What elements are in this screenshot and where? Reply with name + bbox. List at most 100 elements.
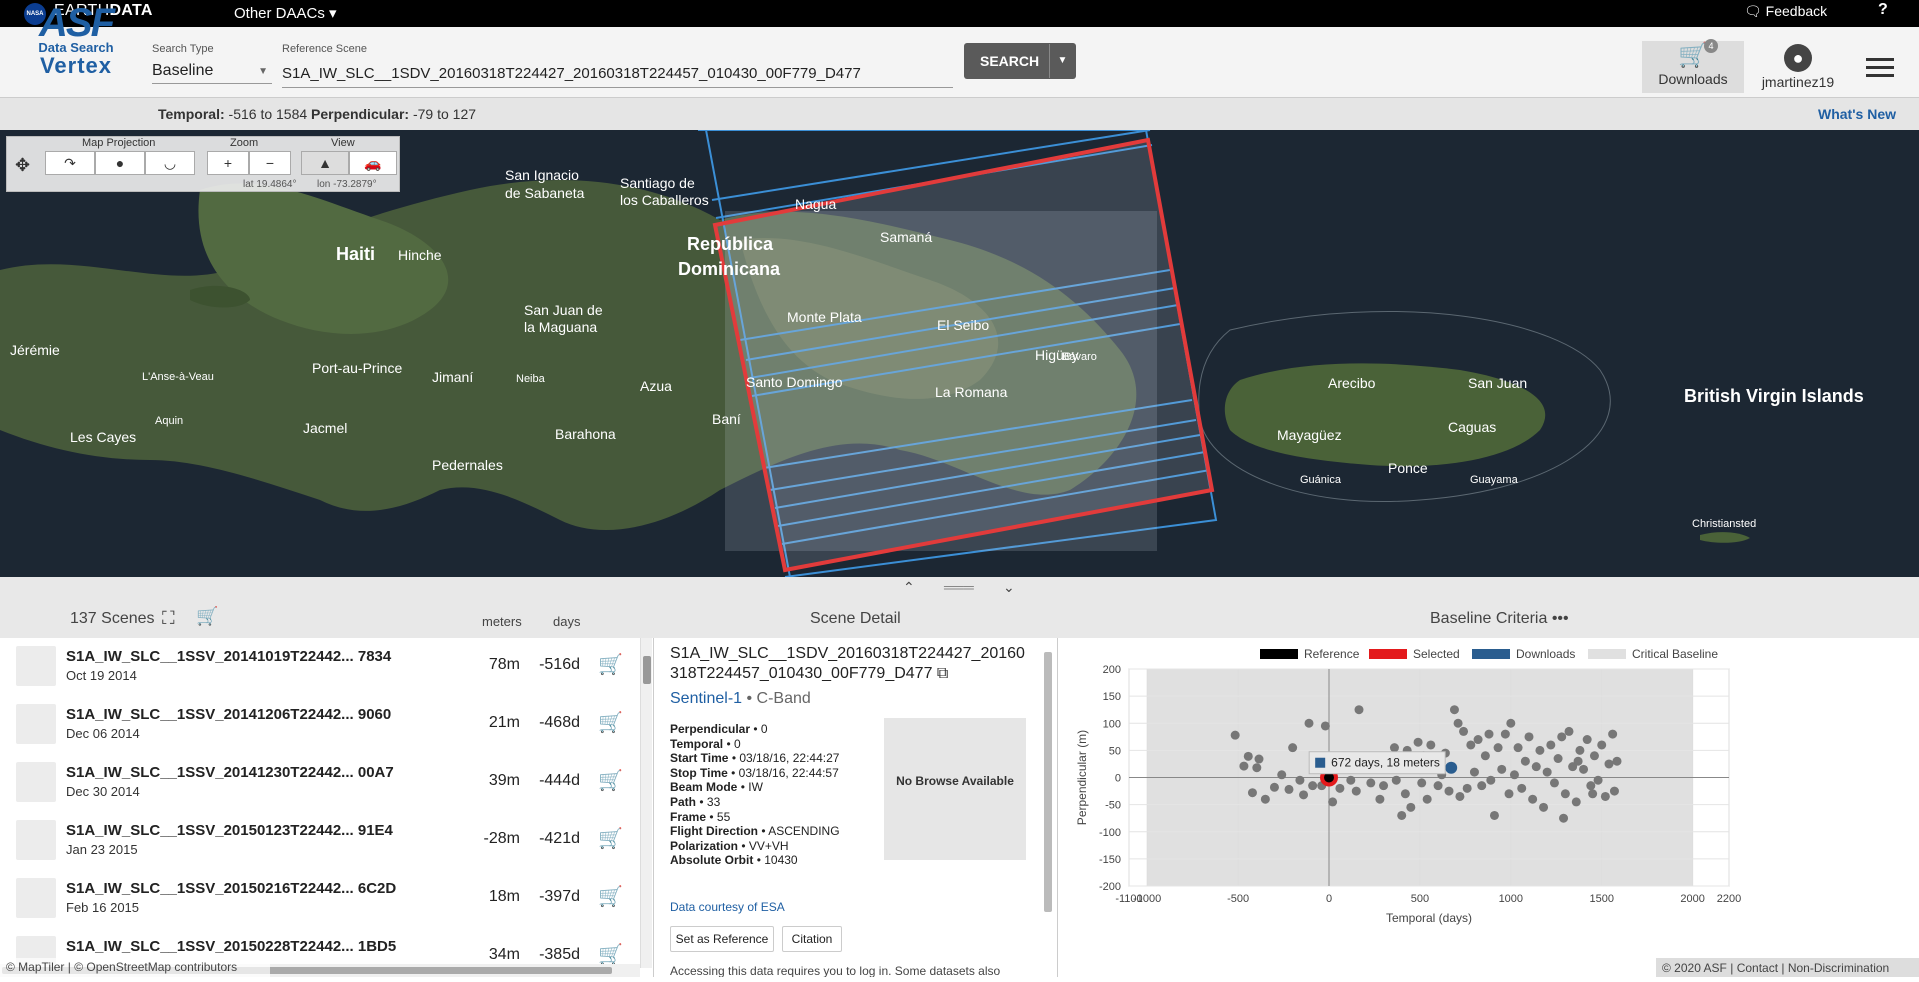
- svg-text:Jérémie: Jérémie: [10, 342, 60, 358]
- equatorial-projection-icon[interactable]: ●: [95, 151, 145, 175]
- field-key: Frame: [670, 809, 707, 824]
- svg-text:La Romana: La Romana: [935, 384, 1008, 400]
- add-to-cart-icon[interactable]: 🛒: [598, 710, 623, 735]
- downloads-button[interactable]: 🛒 4 Downloads: [1642, 39, 1744, 93]
- field-value: • 03/18/16, 22:44:27: [731, 751, 840, 766]
- scene-detail-header: Scene Detail: [810, 610, 901, 627]
- detail-scrollbar[interactable]: [1044, 652, 1052, 912]
- result-row[interactable]: S1A_IW_SLC__1SSV_20141230T22442... 00A7 …: [0, 754, 638, 812]
- feedback-link[interactable]: 🗨 Feedback: [1744, 3, 1827, 20]
- scene-thumbnail: [16, 878, 56, 918]
- scatter-point: [1531, 762, 1541, 772]
- scatter-point: [1582, 735, 1592, 745]
- hamburger-menu-icon[interactable]: [1866, 58, 1894, 82]
- criteria-summary[interactable]: Temporal: -516 to 1584 Perpendicular: -7…: [158, 106, 476, 122]
- add-all-to-cart-icon[interactable]: 🛒: [196, 606, 218, 627]
- scatter-point: [1230, 730, 1240, 740]
- x-tick-label: 2200: [1717, 893, 1741, 905]
- baseline-chart[interactable]: -1100-1000 -500 0 500 1000 1500 2000 2200200150…: [1058, 638, 1919, 977]
- detail-field: Polarization • VV+VH: [670, 839, 789, 853]
- result-row[interactable]: S1A_IW_SLC__1SSV_20141206T22442... 9060 …: [0, 696, 638, 754]
- scene-name: S1A_IW_SLC__1SSV_20150216T22442... 6C2D: [66, 880, 397, 897]
- results-scrollbar[interactable]: [640, 638, 652, 968]
- scatter-point: [1252, 763, 1262, 773]
- add-to-cart-icon[interactable]: 🛒: [598, 826, 623, 851]
- field-value: • 0: [753, 722, 768, 736]
- user-account-button[interactable]: ● jmartinez19: [1756, 44, 1840, 90]
- search-button[interactable]: SEARCH ▼: [964, 43, 1076, 79]
- move-icon[interactable]: ✥: [15, 155, 30, 176]
- perpendicular-label: Perpendicular:: [311, 106, 410, 122]
- temporal-value: -385d: [539, 946, 580, 963]
- add-to-cart-icon[interactable]: 🛒: [598, 652, 623, 677]
- chevron-up-icon[interactable]: ⌃: [903, 579, 915, 596]
- scatter-point: [1539, 802, 1549, 812]
- svg-text:Azua: Azua: [640, 378, 672, 394]
- zoom-out-icon[interactable]: −: [249, 151, 291, 175]
- contact-link[interactable]: Contact: [1737, 961, 1778, 975]
- scatter-point: [1571, 797, 1581, 807]
- arctic-projection-icon[interactable]: ↷: [45, 151, 95, 175]
- search-options-dropdown[interactable]: ▼: [1049, 44, 1075, 78]
- field-key: Polarization: [670, 838, 739, 853]
- scatter-point: [1295, 775, 1305, 785]
- scene-name: S1A_IW_SLC__1SSV_20141019T22442... 7834: [66, 648, 392, 665]
- perpendicular-value: 18m: [488, 888, 520, 905]
- other-daacs-menu[interactable]: Other DAACs ▾: [234, 4, 337, 22]
- field-value: • 10430: [756, 853, 798, 868]
- vertex-logo[interactable]: ASF Data Search Vertex: [26, 1, 126, 98]
- scatter-point: [1497, 764, 1507, 774]
- perpendicular-value: 78m: [488, 656, 520, 673]
- esa-courtesy-link[interactable]: Data courtesy of ESA: [670, 900, 785, 914]
- result-row[interactable]: S1A_IW_SLC__1SSV_20150216T22442... 6C2D …: [0, 870, 638, 928]
- map-attribution[interactable]: © MapTiler | © OpenStreetMap contributor…: [0, 958, 270, 977]
- scatter-point: [1546, 740, 1556, 750]
- antarctic-projection-icon[interactable]: ◡: [145, 151, 195, 175]
- svg-text:Guánica: Guánica: [1300, 474, 1342, 486]
- chevron-down-icon[interactable]: ⌄: [1003, 579, 1015, 596]
- reference-scene-input[interactable]: [282, 60, 953, 88]
- satellite-view-icon[interactable]: ▲: [301, 151, 349, 175]
- temporal-label: Temporal:: [158, 106, 225, 122]
- non-discrimination-link[interactable]: Non-Discrimination: [1788, 961, 1889, 975]
- whats-new-link[interactable]: What's New: [1818, 106, 1896, 122]
- street-view-icon[interactable]: 🚗: [349, 151, 397, 175]
- svg-text:Haiti: Haiti: [336, 244, 375, 264]
- search-type-select[interactable]: Baseline ▼: [152, 62, 272, 84]
- results-list[interactable]: S1A_IW_SLC__1SSV_20141019T22442... 7834 …: [0, 638, 640, 968]
- svg-text:Hinche: Hinche: [398, 247, 442, 263]
- map-view[interactable]: Haiti Hinche San Ignacio de Sabaneta San…: [0, 130, 1919, 577]
- scatter-point: [1239, 761, 1249, 771]
- zoom-in-icon[interactable]: +: [207, 151, 249, 175]
- x-tick-label: 1000: [1499, 893, 1523, 905]
- add-to-cart-icon[interactable]: 🛒: [598, 884, 623, 909]
- result-row[interactable]: S1A_IW_SLC__1SSV_20150123T22442... 91E4 …: [0, 812, 638, 870]
- scatter-point: [1586, 781, 1596, 791]
- scatter-point: [1560, 789, 1570, 799]
- drag-handle-icon[interactable]: ═══: [944, 579, 974, 595]
- add-to-cart-icon[interactable]: 🛒: [598, 768, 623, 793]
- tooltip-text: 672 days, 18 meters: [1331, 756, 1440, 770]
- user-avatar-icon: ●: [1784, 44, 1812, 72]
- scene-name: S1A_IW_SLC__1SDV_20160318T224427_2016031…: [670, 645, 1025, 682]
- svg-text:Guayama: Guayama: [1470, 474, 1519, 486]
- copy-icon[interactable]: ⧉: [937, 665, 948, 682]
- detail-field: Flight Direction • ASCENDING: [670, 824, 840, 838]
- logo-asf: ASF: [39, 1, 115, 45]
- zoom-to-results-icon[interactable]: ⛶: [162, 608, 175, 629]
- map-canvas: Haiti Hinche San Ignacio de Sabaneta San…: [0, 130, 1919, 577]
- baseline-criteria-header[interactable]: Baseline Criteria •••: [1430, 610, 1569, 628]
- result-row[interactable]: S1A_IW_SLC__1SSV_20141019T22442... 7834 …: [0, 638, 638, 696]
- svg-text:Pedernales: Pedernales: [432, 457, 503, 473]
- scene-name: S1A_IW_SLC__1SSV_20150228T22442... 1BD5: [66, 938, 397, 955]
- help-icon[interactable]: ?: [1878, 1, 1888, 19]
- citation-button[interactable]: Citation: [782, 926, 842, 952]
- panel-splitter[interactable]: ⌃ ═══ ⌄: [0, 577, 1919, 600]
- svg-text:Ponce: Ponce: [1388, 460, 1428, 476]
- field-key: Stop Time: [670, 765, 728, 780]
- field-value: • 55: [709, 809, 731, 824]
- field-key: Path: [670, 795, 697, 809]
- scatter-point: [1459, 726, 1469, 736]
- svg-text:Dominicana: Dominicana: [678, 259, 781, 279]
- set-as-reference-button[interactable]: Set as Reference: [670, 926, 774, 952]
